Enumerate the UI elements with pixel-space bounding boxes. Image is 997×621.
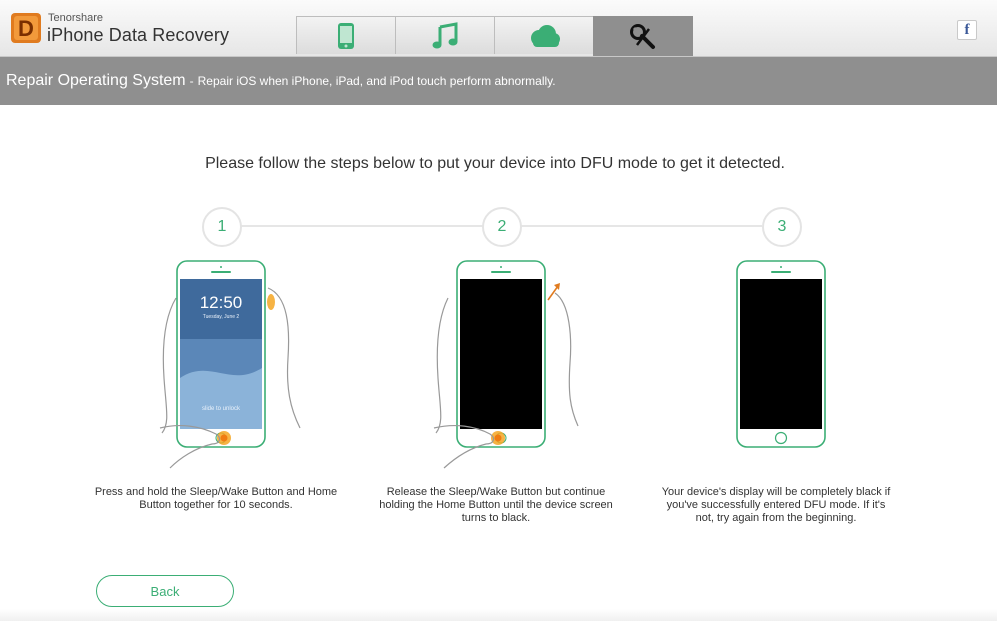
step-1-caption: Press and hold the Sleep/Wake Button and… bbox=[94, 486, 338, 511]
lockscreen-date: Tuesday, June 2 bbox=[203, 314, 240, 320]
back-button[interactable]: Back bbox=[96, 575, 234, 607]
phone-icon bbox=[338, 22, 354, 49]
lockscreen-unlock: slide to unlock bbox=[202, 406, 241, 412]
brand-name: Tenorshare bbox=[48, 12, 104, 24]
section-subtitle: Repair iOS when iPhone, iPad, and iPod t… bbox=[197, 74, 556, 88]
step-2-circle: 2 bbox=[482, 207, 522, 247]
section-title: Repair Operating System - Repair iOS when … bbox=[6, 72, 556, 90]
facebook-label: f bbox=[964, 21, 970, 38]
section-title-text: Repair Operating System bbox=[6, 72, 186, 89]
tab-icloud[interactable] bbox=[494, 16, 594, 54]
step-3-caption: Your device's display will be completely… bbox=[661, 486, 891, 524]
music-note-icon bbox=[432, 21, 458, 48]
step-2-illustration bbox=[420, 258, 620, 478]
tab-itunes[interactable] bbox=[395, 16, 495, 54]
step-1-circle: 1 bbox=[202, 207, 242, 247]
tab-repair-system[interactable] bbox=[593, 16, 693, 56]
section-header: Repair Operating System - Repair iOS when … bbox=[0, 57, 997, 105]
section-separator: - bbox=[189, 74, 194, 88]
step-3-illustration bbox=[700, 258, 900, 478]
app-title: iPhone Data Recovery bbox=[47, 25, 230, 45]
bottom-edge bbox=[0, 609, 997, 621]
logo-letter: D bbox=[18, 16, 34, 41]
instruction-text: Please follow the steps below to put you… bbox=[205, 155, 785, 172]
step-3-circle: 3 bbox=[762, 207, 802, 247]
title-bar: D Tenorshare iPhone Data Recovery f bbox=[0, 0, 997, 57]
tab-device[interactable] bbox=[296, 16, 396, 54]
lockscreen-time: 12:50 bbox=[200, 293, 243, 312]
repair-tools-icon bbox=[630, 23, 655, 49]
facebook-icon[interactable]: f bbox=[957, 20, 977, 40]
app-logo: D bbox=[10, 12, 42, 44]
cloud-icon bbox=[531, 24, 560, 47]
step-1-illustration: 12:50 Tuesday, June 2 slide to unlock bbox=[140, 258, 340, 478]
mode-tabs bbox=[296, 16, 693, 56]
step-2-caption: Release the Sleep/Wake Button but contin… bbox=[379, 486, 613, 524]
